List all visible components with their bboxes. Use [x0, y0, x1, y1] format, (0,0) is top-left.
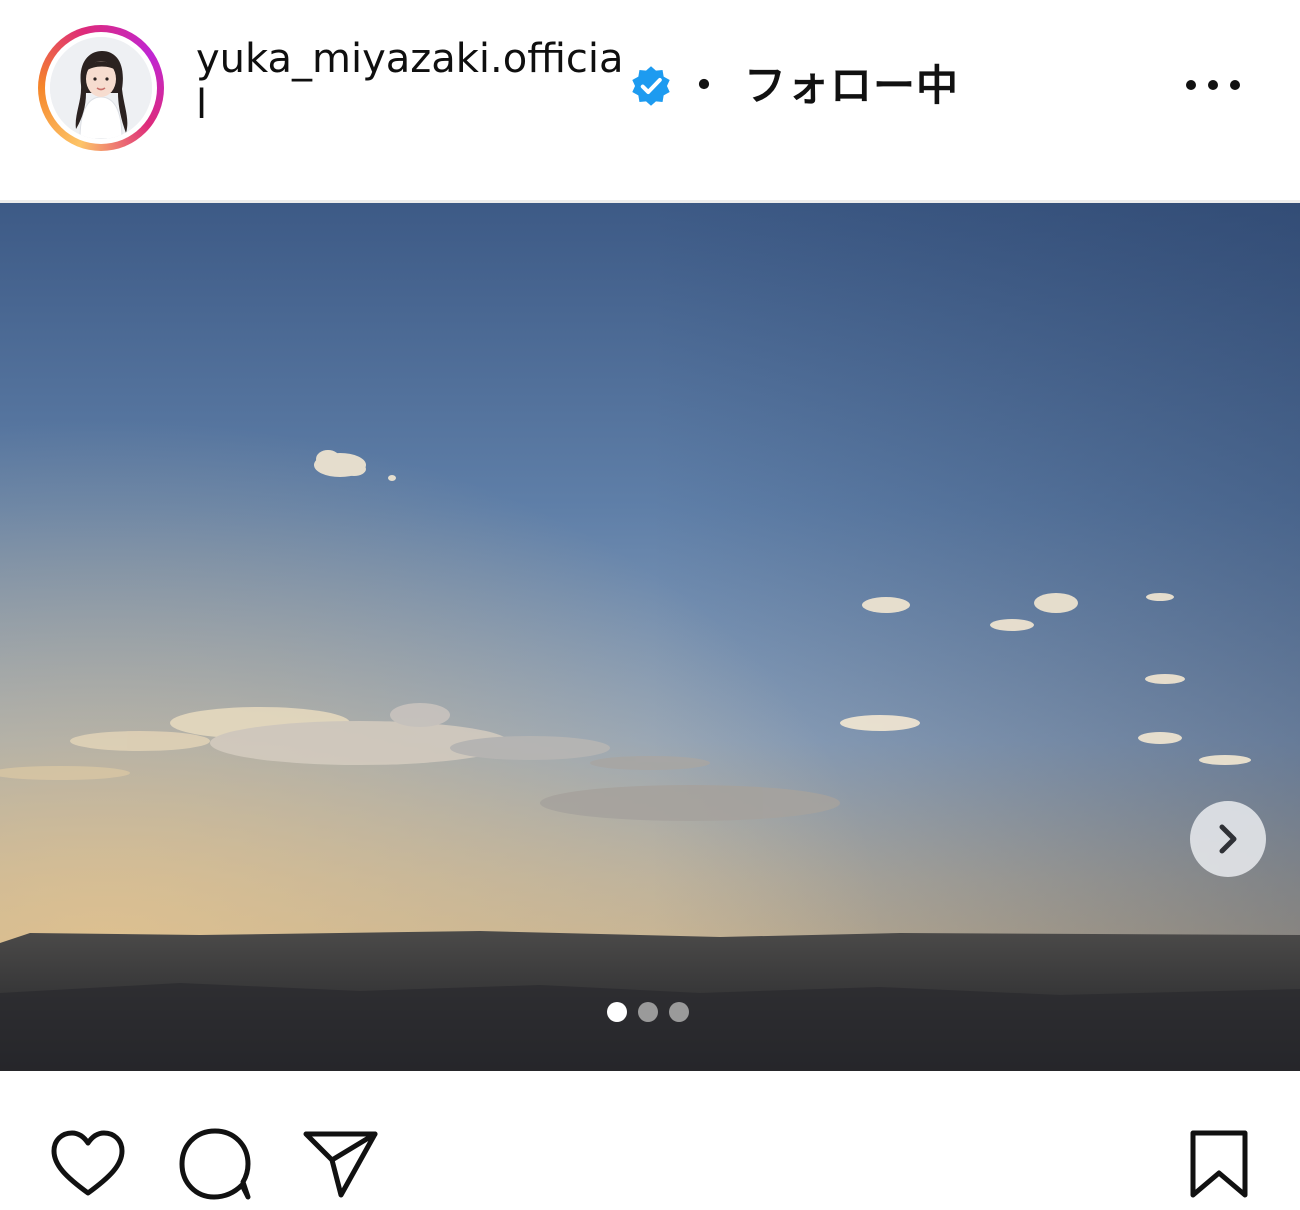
separator-dot: ・ — [683, 61, 727, 110]
paper-plane-icon[interactable] — [302, 1129, 380, 1199]
post-photo[interactable] — [0, 203, 1300, 1071]
post-actions-bar — [0, 1071, 1300, 1210]
follow-status-label: フォロー中 — [744, 61, 960, 110]
verified-badge-icon — [632, 66, 670, 106]
carousel-dot[interactable] — [669, 1002, 689, 1022]
carousel-dot[interactable] — [607, 1002, 627, 1022]
comment-icon[interactable] — [176, 1127, 256, 1201]
post-header: yuka_miyazaki.official ・フォロー中 — [0, 0, 1300, 200]
carousel-dot[interactable] — [638, 1002, 658, 1022]
heart-icon[interactable] — [48, 1129, 128, 1199]
username-link[interactable]: yuka_miyazaki.official — [196, 36, 626, 128]
carousel-pagination — [607, 1002, 697, 1024]
profile-avatar-ring[interactable] — [38, 25, 164, 151]
chevron-right-icon — [1219, 824, 1237, 854]
carousel-next-button[interactable] — [1190, 801, 1266, 877]
follow-status-button[interactable]: ・フォロー中 — [683, 58, 959, 114]
avatar[interactable] — [50, 37, 152, 139]
bookmark-icon[interactable] — [1186, 1129, 1252, 1201]
sky-landscape-image — [0, 203, 1300, 1071]
more-horizontal-icon[interactable] — [1182, 70, 1244, 100]
avatar-portrait — [50, 37, 152, 139]
